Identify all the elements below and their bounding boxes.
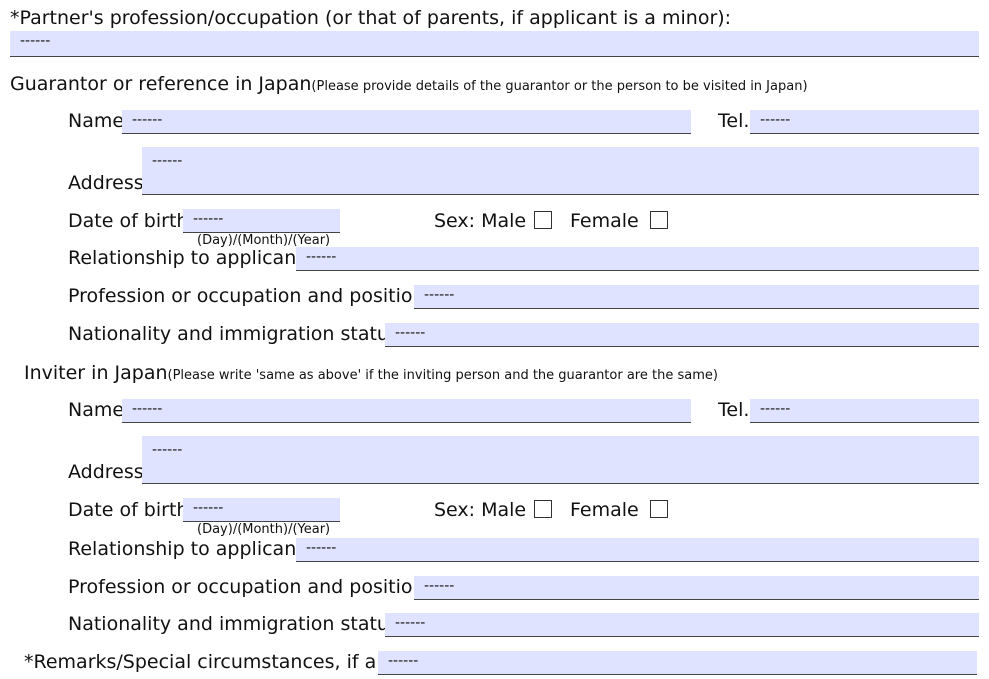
guarantor-heading-note: (Please provide details of the guarantor… — [311, 79, 808, 94]
inviter-sex-label: Sex: Male — [434, 499, 527, 521]
guarantor-address-field[interactable]: ------ — [142, 147, 979, 195]
guarantor-address-label: Address — [68, 172, 144, 194]
inviter-relationship-label: Relationship to applicant — [68, 538, 304, 560]
inviter-dob-format: (Day)/(Month)/(Year) — [197, 522, 331, 537]
inviter-nationality-label: Nationality and immigration status — [68, 613, 399, 635]
inviter-male-checkbox[interactable] — [534, 500, 552, 518]
inviter-tel-field[interactable]: ------ — [750, 399, 979, 423]
inviter-nationality-field[interactable]: ------ — [385, 613, 979, 637]
inviter-dob-label: Date of birth — [68, 499, 189, 521]
guarantor-profession-field[interactable]: ------ — [414, 285, 979, 309]
inviter-heading: Inviter in Japan(Please write 'same as a… — [24, 361, 718, 388]
partner-profession-label: *Partner's profession/occupation (or tha… — [10, 7, 732, 29]
guarantor-name-label: Name — [68, 110, 125, 132]
guarantor-dob-label: Date of birth — [68, 210, 189, 232]
inviter-profession-label: Profession or occupation and position — [68, 576, 425, 598]
guarantor-dob-field[interactable]: ------ — [183, 209, 340, 233]
inviter-name-label: Name — [68, 399, 125, 421]
guarantor-sex-label: Sex: Male — [434, 210, 527, 232]
inviter-heading-note: (Please write 'same as above' if the inv… — [167, 368, 718, 383]
guarantor-tel-label: Tel. — [718, 110, 750, 132]
partner-profession-field[interactable]: ------ — [10, 31, 979, 57]
inviter-profession-field[interactable]: ------ — [414, 576, 979, 600]
guarantor-nationality-label: Nationality and immigration status — [68, 323, 399, 345]
inviter-name-field[interactable]: ------ — [122, 399, 691, 423]
inviter-female-checkbox[interactable] — [650, 500, 668, 518]
guarantor-profession-label: Profession or occupation and position — [68, 285, 425, 307]
guarantor-relationship-label: Relationship to applicant — [68, 247, 304, 269]
inviter-address-field[interactable]: ------ — [142, 436, 979, 484]
guarantor-female-checkbox[interactable] — [650, 211, 668, 229]
guarantor-heading: Guarantor or reference in Japan(Please p… — [10, 72, 808, 99]
inviter-tel-label: Tel. — [718, 399, 750, 421]
guarantor-tel-field[interactable]: ------ — [750, 110, 979, 134]
inviter-relationship-field[interactable]: ------ — [296, 538, 979, 562]
guarantor-name-field[interactable]: ------ — [122, 110, 691, 134]
guarantor-male-checkbox[interactable] — [534, 211, 552, 229]
guarantor-nationality-field[interactable]: ------ — [385, 323, 979, 347]
inviter-female-label: Female — [570, 499, 639, 521]
remarks-field[interactable]: ------ — [378, 651, 977, 675]
guarantor-heading-text: Guarantor or reference in Japan — [10, 73, 312, 95]
inviter-address-label: Address — [68, 461, 144, 483]
remarks-label: *Remarks/Special circumstances, if any — [24, 651, 400, 673]
inviter-dob-field[interactable]: ------ — [183, 498, 340, 522]
guarantor-relationship-field[interactable]: ------ — [296, 247, 979, 271]
guarantor-female-label: Female — [570, 210, 639, 232]
inviter-heading-text: Inviter in Japan — [24, 362, 168, 384]
